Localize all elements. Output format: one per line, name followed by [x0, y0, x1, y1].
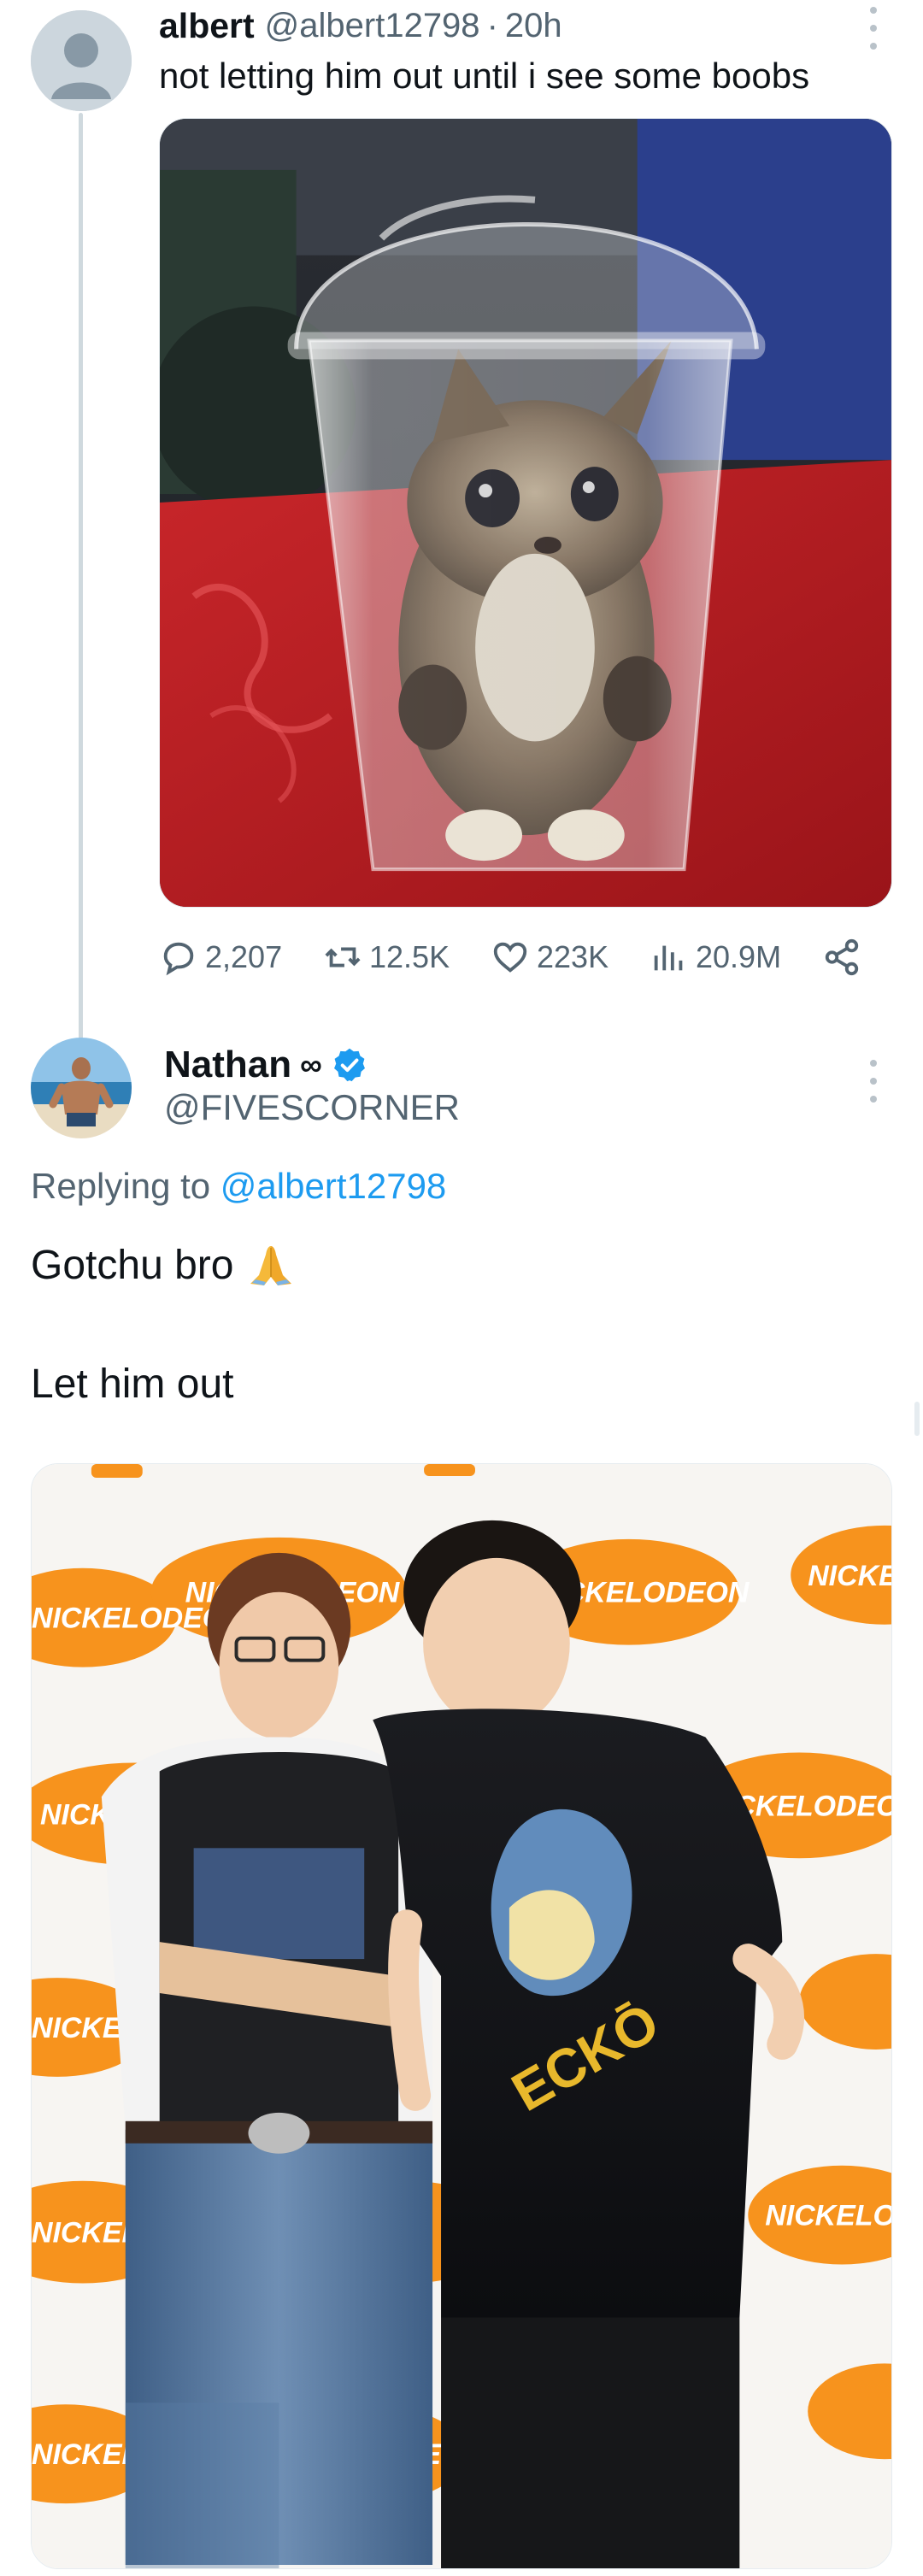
tweet1-separator: · [486, 6, 498, 44]
nathan-avatar[interactable] [31, 1038, 132, 1138]
replying-to-line: Replying to @albert12798 [31, 1166, 446, 1207]
tweet1-header: albert @albert12798 · 20h [159, 0, 562, 51]
share-button[interactable] [822, 938, 868, 977]
tweet1-timestamp[interactable]: 20h [505, 7, 562, 45]
reply-count: 2,207 [205, 939, 283, 974]
analytics-bars-icon [654, 945, 683, 971]
tweet1-author-name[interactable]: albert [159, 6, 255, 46]
retweet-count: 12.5K [369, 939, 450, 974]
like-count: 223K [537, 939, 609, 974]
name-suffix: ∞ [300, 1047, 322, 1082]
tweet2-text-line1: Gotchu bro [31, 1241, 297, 1289]
retweet-icon [325, 947, 361, 967]
tweet2-text-gotchu: Gotchu bro [31, 1242, 234, 1288]
verified-badge-icon[interactable] [331, 1046, 368, 1084]
tweet1-media-image[interactable] [159, 118, 892, 908]
reply-icon [163, 942, 194, 976]
tweet2-text-line2: Let him out [31, 1362, 234, 1407]
tweet2-handle[interactable]: @FIVESCORNER [164, 1087, 460, 1128]
heart-icon [493, 942, 527, 973]
two-men-photo: NICKELODEON NICKELODEON NICKELODEON NICK… [32, 1464, 891, 2568]
retweet-button[interactable]: 12.5K [323, 938, 450, 977]
thread-connector-line [79, 113, 83, 1044]
view-count: 20.9M [696, 939, 782, 974]
folded-hands-emoji-icon [250, 1246, 292, 1285]
replying-to-prefix: Replying to [31, 1166, 220, 1206]
replying-to-handle-link[interactable]: @albert12798 [220, 1166, 447, 1206]
tweet1-handle[interactable]: @albert12798 [265, 7, 480, 45]
default-avatar-icon [31, 10, 132, 111]
scrollbar-thumb[interactable] [914, 1402, 920, 1436]
tweet2-media-image[interactable]: NICKELODEON NICKELODEON NICKELODEON NICK… [31, 1463, 892, 2569]
tweet2-author-name[interactable]: Nathan [164, 1044, 291, 1086]
like-button[interactable]: 223K [491, 938, 608, 977]
views-button[interactable]: 20.9M [650, 938, 781, 977]
tweet1-text: not letting him out until i see some boo… [159, 56, 810, 96]
backdrop-logo-text: NICKELODEON [808, 1560, 891, 1592]
tweet2-name-row: Nathan ∞ [164, 1039, 368, 1091]
backdrop-logo-text: NICKELODEON [765, 2200, 891, 2232]
reply-button[interactable]: 2,207 [159, 938, 282, 977]
more-options-icon[interactable] [867, 1060, 880, 1103]
more-options-icon[interactable] [867, 7, 880, 50]
kitten-in-cup-photo [160, 119, 891, 907]
nathan-profile-photo [31, 1038, 132, 1138]
tweet1-action-bar: 2,207 12.5K 223K 20.9M [159, 930, 868, 985]
share-icon [825, 938, 859, 976]
albert-avatar[interactable] [31, 10, 132, 111]
